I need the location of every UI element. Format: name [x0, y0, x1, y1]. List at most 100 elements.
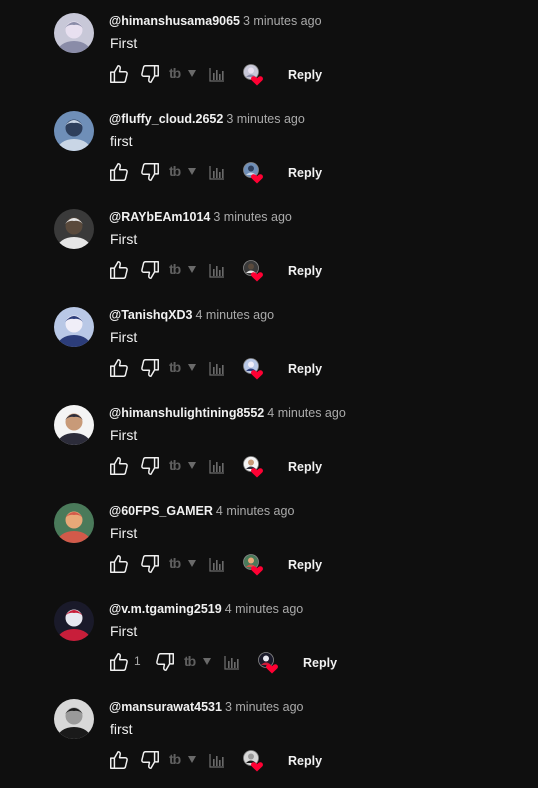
thumbs-down-icon[interactable]	[139, 160, 161, 184]
thumbs-down-icon[interactable]	[139, 454, 161, 478]
translate-icon[interactable]: tb	[169, 359, 181, 375]
comment-actions: tb Reply	[108, 258, 368, 284]
comment-author-handle[interactable]: @TanishqXD3	[109, 308, 193, 322]
comment-author-handle[interactable]: @himanshulightining8552	[109, 406, 264, 420]
creator-heart-icon	[242, 161, 266, 185]
comment-author-handle[interactable]: @60FPS_GAMER	[109, 504, 213, 518]
dark-hair-avatar[interactable]	[54, 699, 94, 739]
dropdown-triangle-icon[interactable]	[203, 658, 211, 665]
translate-icon[interactable]: tb	[169, 751, 181, 767]
creator-heart-icon	[242, 749, 266, 773]
comment-text: First	[110, 623, 138, 639]
reply-button[interactable]: Reply	[288, 166, 322, 180]
creator-heart-icon	[242, 357, 266, 381]
comment-timestamp[interactable]: 4 minutes ago	[267, 406, 346, 420]
comment-item: @himanshusama9065 3 minutes ago First tb Rep…	[0, 0, 538, 98]
creator-heart-icon	[242, 63, 266, 87]
comment-timestamp[interactable]: 3 minutes ago	[243, 14, 322, 28]
comment-actions: tb Reply	[108, 552, 368, 578]
airplane-sky-avatar[interactable]	[54, 111, 94, 151]
bar-chart-icon[interactable]	[208, 455, 226, 479]
comment-author-handle[interactable]: @himanshusama9065	[109, 14, 240, 28]
dropdown-triangle-icon[interactable]	[188, 560, 196, 567]
bar-chart-icon[interactable]	[208, 259, 226, 283]
reply-button[interactable]: Reply	[288, 460, 322, 474]
comment-item: @v.m.tgaming2519 4 minutes ago First 1 tb Rep…	[0, 588, 538, 686]
comment-text: First	[110, 231, 138, 247]
bar-chart-icon[interactable]	[208, 161, 226, 185]
translate-icon[interactable]: tb	[169, 555, 181, 571]
translate-icon[interactable]: tb	[169, 261, 181, 277]
thumbs-down-icon[interactable]	[139, 62, 161, 86]
thumbs-up-icon[interactable]	[108, 748, 130, 772]
thumbs-up-icon[interactable]	[108, 650, 130, 674]
anime-girl-avatar[interactable]	[54, 13, 94, 53]
bar-chart-icon[interactable]	[208, 553, 226, 577]
reply-button[interactable]: Reply	[288, 362, 322, 376]
translate-icon[interactable]: tb	[184, 653, 196, 669]
comment-text: first	[110, 721, 133, 737]
bar-chart-icon[interactable]	[208, 749, 226, 773]
reply-button[interactable]: Reply	[288, 264, 322, 278]
thumbs-down-icon[interactable]	[139, 552, 161, 576]
person-avatar[interactable]	[54, 405, 94, 445]
comment-item: @himanshulightining8552 4 minutes ago Firs…	[0, 392, 538, 490]
bar-chart-icon[interactable]	[208, 63, 226, 87]
reply-button[interactable]: Reply	[288, 754, 322, 768]
comment-text: First	[110, 525, 138, 541]
comment-text: First	[110, 329, 138, 345]
dropdown-triangle-icon[interactable]	[188, 462, 196, 469]
creator-heart-icon	[242, 553, 266, 577]
comment-author-handle[interactable]: @mansurawat4531	[109, 700, 222, 714]
reply-button[interactable]: Reply	[288, 68, 322, 82]
thumbs-down-icon[interactable]	[154, 650, 176, 674]
dropdown-triangle-icon[interactable]	[188, 756, 196, 763]
comment-author-handle[interactable]: @v.m.tgaming2519	[109, 602, 222, 616]
dropdown-triangle-icon[interactable]	[188, 364, 196, 371]
reply-button[interactable]: Reply	[288, 558, 322, 572]
thumbs-down-icon[interactable]	[139, 748, 161, 772]
translate-icon[interactable]: tb	[169, 457, 181, 473]
comment-timestamp[interactable]: 4 minutes ago	[196, 308, 275, 322]
thumbs-up-icon[interactable]	[108, 356, 130, 380]
comment-text: First	[110, 427, 138, 443]
dropdown-triangle-icon[interactable]	[188, 168, 196, 175]
comment-item: @fluffy_cloud.2652 3 minutes ago first tb Re…	[0, 98, 538, 196]
comment-text: first	[110, 133, 133, 149]
comment-timestamp[interactable]: 4 minutes ago	[225, 602, 304, 616]
gaming-logo-avatar[interactable]	[54, 601, 94, 641]
comment-item: @mansurawat4531 3 minutes ago first tb Reply	[0, 686, 538, 784]
dropdown-triangle-icon[interactable]	[188, 266, 196, 273]
person-avatar[interactable]	[54, 209, 94, 249]
comment-author-handle[interactable]: @fluffy_cloud.2652	[109, 112, 223, 126]
thumbs-down-icon[interactable]	[139, 356, 161, 380]
comment-timestamp[interactable]: 3 minutes ago	[225, 700, 304, 714]
translate-icon[interactable]: tb	[169, 65, 181, 81]
thumbs-up-icon[interactable]	[108, 454, 130, 478]
translate-icon[interactable]: tb	[169, 163, 181, 179]
comment-actions: tb Reply	[108, 160, 368, 186]
comment-timestamp[interactable]: 3 minutes ago	[226, 112, 305, 126]
bar-chart-icon[interactable]	[208, 357, 226, 381]
comment-item: @RAYbEAm1014 3 minutes ago First tb Reply	[0, 196, 538, 294]
game-character-avatar[interactable]	[54, 503, 94, 543]
thumbs-up-icon[interactable]	[108, 552, 130, 576]
thumbs-up-icon[interactable]	[108, 160, 130, 184]
thumbs-down-icon[interactable]	[139, 258, 161, 282]
creator-heart-icon	[242, 259, 266, 283]
comment-author-handle[interactable]: @RAYbEAm1014	[109, 210, 210, 224]
thumbs-up-icon[interactable]	[108, 62, 130, 86]
comment-timestamp[interactable]: 4 minutes ago	[216, 504, 295, 518]
comment-actions: tb Reply	[108, 454, 368, 480]
comment-item: @TanishqXD3 4 minutes ago First tb Reply	[0, 294, 538, 392]
reply-button[interactable]: Reply	[303, 656, 337, 670]
comment-actions: tb Reply	[108, 356, 368, 382]
bar-chart-icon[interactable]	[223, 651, 241, 675]
creator-heart-icon	[242, 455, 266, 479]
like-count: 1	[134, 654, 141, 668]
comment-timestamp[interactable]: 3 minutes ago	[213, 210, 292, 224]
comment-actions: 1 tb Reply	[108, 650, 368, 676]
thumbs-up-icon[interactable]	[108, 258, 130, 282]
anime-character-avatar[interactable]	[54, 307, 94, 347]
dropdown-triangle-icon[interactable]	[188, 70, 196, 77]
